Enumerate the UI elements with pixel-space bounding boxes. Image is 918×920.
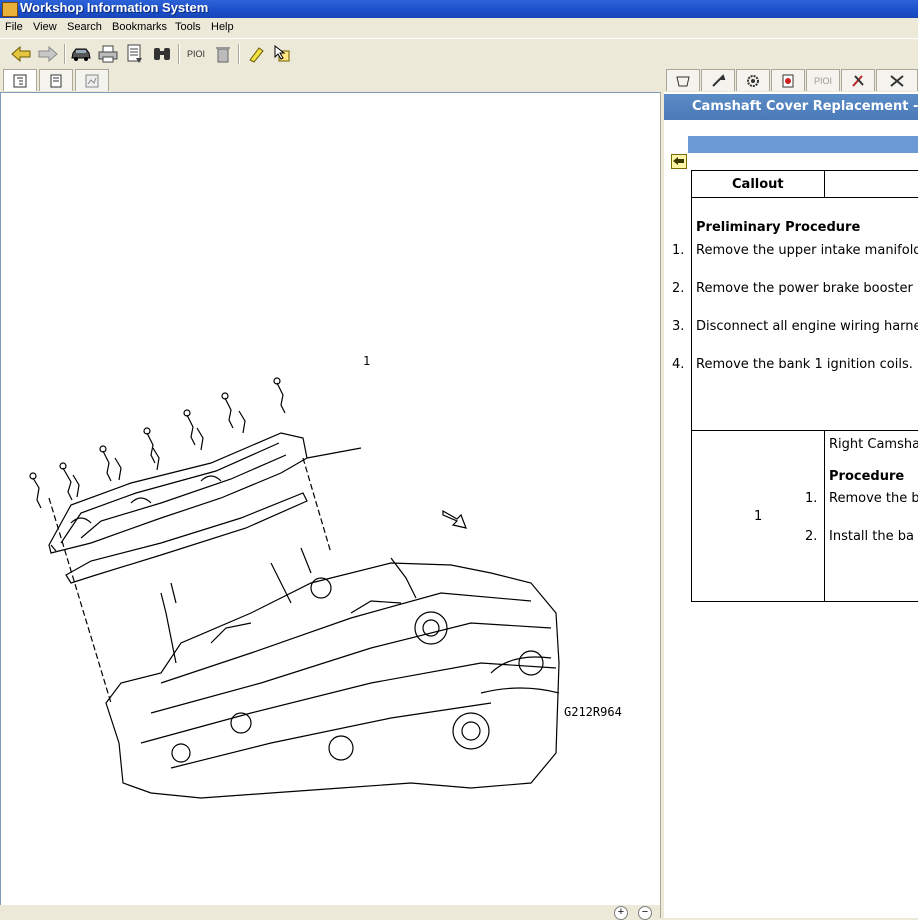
app-icon [2, 2, 18, 17]
prelim-step-num-1: 1. [672, 243, 685, 258]
menu-bar: File View Search Bookmarks Tools Help [0, 18, 918, 38]
camshaft-cover [48, 432, 308, 554]
tab-gear-icon[interactable] [736, 69, 770, 91]
binoculars-icon[interactable] [151, 43, 173, 65]
document-icon[interactable] [124, 43, 146, 65]
front-arrow [442, 509, 467, 529]
back-link-icon[interactable] [671, 154, 687, 169]
back-arrow-icon[interactable] [10, 43, 32, 65]
pioi-button[interactable]: PIOI [184, 43, 208, 65]
tab-diagnostic-icon[interactable] [771, 69, 805, 91]
section-bar [688, 136, 918, 153]
view-tabs: PIOI [0, 68, 918, 92]
row1-step-2: Install the ba [829, 529, 914, 544]
menu-help[interactable]: Help [211, 21, 234, 33]
window-title: Workshop Information System [20, 0, 209, 15]
row1-callout: 1 [754, 509, 763, 524]
figure-id: G212R964 [564, 705, 622, 719]
illustration-pane: 1 G212R964 [0, 92, 661, 906]
vehicle-icon[interactable] [70, 43, 92, 65]
header-component-cell [824, 170, 918, 198]
cursor-note-icon[interactable] [271, 43, 293, 65]
menu-search[interactable]: Search [67, 21, 102, 33]
prelim-step-num-2: 2. [672, 281, 685, 296]
menu-tools[interactable]: Tools [175, 21, 201, 33]
tab-graphic-view[interactable] [75, 69, 109, 91]
row1-callout-cell: 1 [691, 430, 825, 602]
tab-special-tools-icon[interactable] [876, 69, 918, 91]
trash-icon[interactable] [212, 43, 234, 65]
header-callout-cell: Callout [691, 170, 825, 198]
tab-tree-view[interactable] [3, 69, 37, 91]
toolbar: PIOI [0, 38, 918, 70]
callout-label: 1 [363, 354, 371, 368]
tab-wrench-icon[interactable] [701, 69, 735, 91]
row1-component-cell [824, 430, 918, 602]
tab-lift-icon[interactable] [666, 69, 700, 91]
cover-gasket [65, 492, 308, 584]
document-title: Camshaft Cover Replacement - [664, 94, 918, 120]
row1-component-name: Right Camsha [829, 437, 918, 452]
row1-step-num-2: 2. [805, 529, 818, 544]
engine-illustration [29, 377, 560, 799]
menu-file[interactable]: File [5, 21, 23, 33]
document-pane: Camshaft Cover Replacement - Callout Pre… [664, 92, 918, 918]
tab-pioi[interactable]: PIOI [806, 69, 840, 91]
title-bar: Workshop Information System [0, 0, 918, 18]
status-bar [0, 905, 660, 918]
prelim-step-2: Remove the power brake booster [696, 281, 913, 296]
prelim-step-num-4: 4. [672, 357, 685, 372]
header-callout: Callout [732, 177, 784, 192]
print-icon[interactable] [97, 43, 119, 65]
forward-arrow-icon[interactable] [37, 43, 59, 65]
tab-tools-icon[interactable] [841, 69, 875, 91]
highlighter-icon[interactable] [245, 43, 267, 65]
tab-document-view[interactable] [39, 69, 73, 91]
prelim-step-1: Remove the upper intake manifold [696, 243, 918, 258]
spark-plugs [29, 377, 286, 509]
row1-step-1: Remove the b [829, 491, 918, 506]
prelim-step-4: Remove the bank 1 ignition coils. [696, 357, 913, 372]
menu-view[interactable]: View [33, 21, 57, 33]
engine-block [105, 547, 560, 799]
prelim-step-num-3: 3. [672, 319, 685, 334]
menu-bookmarks[interactable]: Bookmarks [112, 21, 167, 33]
prelim-step-3: Disconnect all engine wiring harne [696, 319, 918, 334]
row1-procedure-heading: Procedure [829, 469, 905, 484]
preliminary-heading: Preliminary Procedure [696, 220, 861, 235]
row1-step-num-1: 1. [805, 491, 818, 506]
